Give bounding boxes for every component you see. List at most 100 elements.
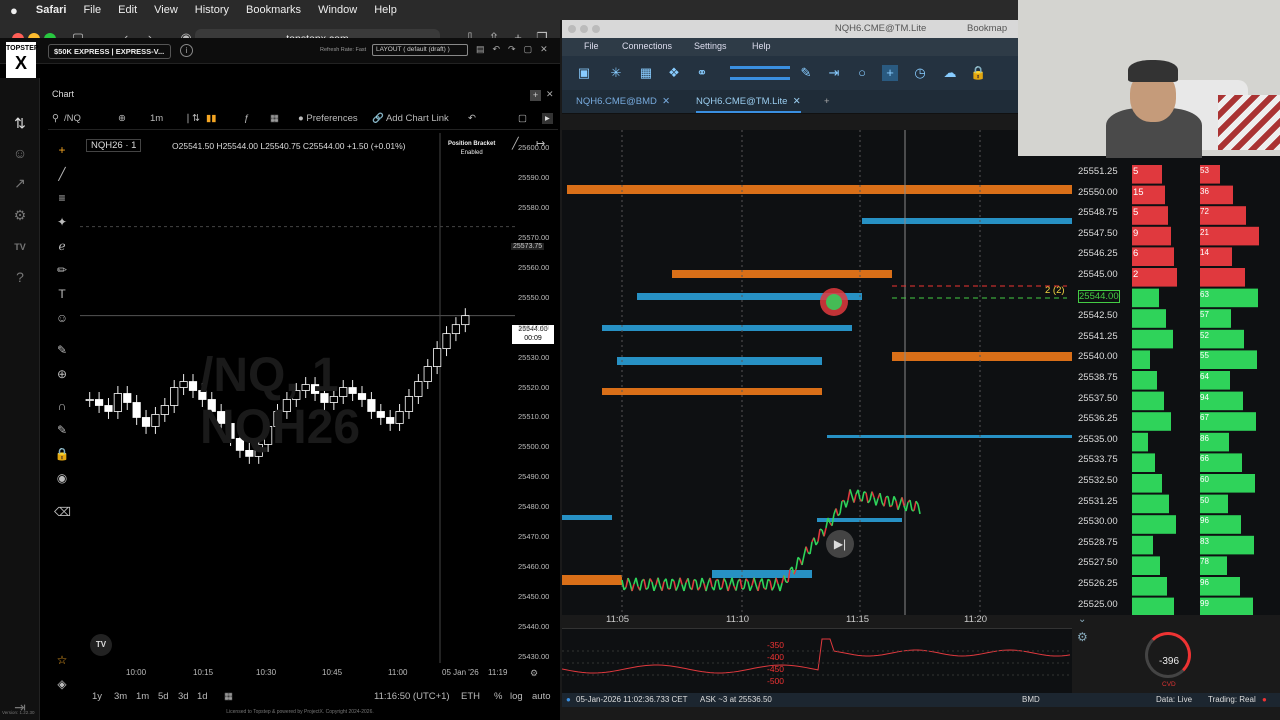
trash-icon[interactable]: ⌫ <box>54 504 71 520</box>
chart-icon[interactable]: ▦ <box>638 65 654 81</box>
account-info-icon[interactable]: i <box>180 44 193 57</box>
timer-icon[interactable]: ◷ <box>912 65 928 81</box>
trade-path <box>621 579 625 591</box>
screenshot-icon[interactable]: ▣ <box>576 65 592 81</box>
templates-icon[interactable]: ▦ <box>270 113 279 124</box>
range-1y[interactable]: 1y <box>92 691 102 702</box>
layout-selector[interactable]: LAYOUT ( default (draft) ) <box>372 44 468 56</box>
ruler-icon[interactable]: ✎ <box>54 342 70 358</box>
fullscreen-icon[interactable]: ▢ <box>518 113 527 124</box>
favorites-star-icon[interactable]: ☆ <box>54 652 70 668</box>
zoom-in-icon[interactable]: ⊕ <box>54 366 70 382</box>
range-3d[interactable]: 3d <box>178 691 189 702</box>
bm-menu-connections[interactable]: Connections <box>622 41 672 51</box>
dom-icon[interactable]: ❖ <box>666 65 682 81</box>
magnet-icon[interactable]: ∩ <box>54 398 70 414</box>
horizontal-lines-icon[interactable]: ≡ <box>54 190 70 206</box>
apple-menu-icon[interactable]: ● <box>10 3 18 18</box>
candle-body <box>188 381 198 391</box>
axis-settings-icon[interactable]: ⚙ <box>530 668 538 679</box>
date-range-icon[interactable]: ▦ <box>224 691 233 702</box>
tab-tm-lite[interactable]: NQH6.CME@TM.Lite ✕ <box>696 96 801 113</box>
menu-help[interactable]: Help <box>374 4 397 16</box>
compare-icon[interactable]: ⊕ <box>118 113 126 124</box>
symbol-search-icon[interactable]: ⚲ <box>52 113 59 124</box>
symbol-search-input[interactable]: /NQ <box>64 113 81 124</box>
status-dot-icon: ● <box>566 695 571 704</box>
bm-menu-file[interactable]: File <box>584 41 599 51</box>
undo-icon[interactable]: ↶ <box>468 113 476 124</box>
pattern-icon[interactable]: ✦ <box>54 214 70 230</box>
menu-bookmarks[interactable]: Bookmarks <box>246 4 301 16</box>
y-tick-label: 25450.00 <box>518 592 550 602</box>
ohlc-legend: O25541.50 H25544.00 L25540.75 C25544.00 … <box>172 141 406 151</box>
heatmap-brightness-slider[interactable] <box>730 66 790 69</box>
candle-style-icon[interactable]: ▮▮ <box>206 113 216 124</box>
cvd-settings-icon[interactable]: ⚙ <box>1077 630 1088 644</box>
bookmap-close-button[interactable] <box>568 25 576 33</box>
trendline-icon[interactable]: ╱ <box>54 166 70 182</box>
help-nav-icon[interactable]: ? <box>11 268 29 286</box>
lock-icon[interactable]: 🔒 <box>54 446 70 462</box>
bm-menu-settings[interactable]: Settings <box>694 41 727 51</box>
session-toggle[interactable]: ETH <box>461 691 480 702</box>
pencil-icon[interactable]: ✎ <box>798 65 814 81</box>
account-selector[interactable]: $50K EXPRESS | EXPRESS-V... <box>48 44 171 59</box>
fib-icon[interactable]: ℯ <box>54 238 70 254</box>
replay-play-button[interactable]: ▶| <box>826 530 854 558</box>
percent-toggle[interactable]: % <box>494 691 502 702</box>
eye-icon[interactable]: ◉ <box>54 470 70 486</box>
log-toggle[interactable]: log <box>510 691 523 702</box>
range-5d[interactable]: 5d <box>158 691 169 702</box>
cloud-icon[interactable]: ☁ <box>942 65 958 81</box>
menu-history[interactable]: History <box>195 4 229 16</box>
text-tool-icon[interactable]: T <box>54 286 70 302</box>
share-network-icon[interactable]: ✳ <box>608 65 624 81</box>
brush-icon[interactable]: ✏ <box>54 262 70 278</box>
preferences-button[interactable]: ● Preferences <box>298 113 358 124</box>
bookmap-minimize-button[interactable] <box>580 25 588 33</box>
crosshair-tool-icon[interactable]: + <box>882 65 898 81</box>
menu-window[interactable]: Window <box>318 4 357 16</box>
layers-icon[interactable]: ◈ <box>54 676 70 692</box>
range-3m[interactable]: 3m <box>114 691 127 702</box>
symbol-badge[interactable]: NQH26 · 1 <box>86 139 142 152</box>
tab-bmd[interactable]: NQH6.CME@BMD ✕ <box>576 96 670 107</box>
interval-selector[interactable]: 1m <box>150 113 163 124</box>
fx-icon[interactable]: ƒ <box>244 113 249 124</box>
expand-chevron-icon[interactable]: ⌄ <box>1078 614 1086 625</box>
tradingview-nav-icon[interactable]: TV <box>11 238 29 256</box>
dom-size: 60 <box>1200 475 1209 484</box>
close-panel-icon[interactable]: ✕ <box>546 89 554 100</box>
heatmap-contrast-slider[interactable] <box>730 77 790 80</box>
bookmap-zoom-button[interactable] <box>592 25 600 33</box>
range-1m[interactable]: 1m <box>136 691 149 702</box>
link-icon[interactable]: ⚭ <box>694 65 710 81</box>
menu-file[interactable]: File <box>83 4 101 16</box>
pencil-lock-icon[interactable]: ✎ <box>54 422 70 438</box>
add-panel-icon[interactable]: + <box>530 90 541 101</box>
range-1d[interactable]: 1d <box>197 691 208 702</box>
menu-view[interactable]: View <box>154 4 178 16</box>
settings-nav-icon[interactable]: ⚙ <box>11 206 29 224</box>
indicators-icon[interactable]: ❘⇅ <box>184 113 200 124</box>
crosshair-icon[interactable]: + <box>54 142 70 158</box>
analytics-nav-icon[interactable]: ↗ <box>11 174 29 192</box>
menu-edit[interactable]: Edit <box>118 4 137 16</box>
add-tab-button[interactable]: + <box>824 96 830 107</box>
accounts-nav-icon[interactable]: ☺ <box>11 144 29 162</box>
x-tick-label: 10:45 <box>322 668 343 677</box>
comment-icon[interactable]: ○ <box>854 65 870 81</box>
layout-controls[interactable]: ▤↶↷▢✕ <box>476 44 556 55</box>
auto-toggle[interactable]: auto <box>532 691 551 702</box>
menu-app-name[interactable]: Safari <box>36 4 67 16</box>
add-chart-link-button[interactable]: 🔗 Add Chart Link <box>372 113 449 124</box>
ruler-range-icon[interactable]: ⇥ <box>826 65 842 81</box>
position-bracket-indicator[interactable]: Position Bracket Enabled <box>448 140 495 158</box>
lock-tool-icon[interactable]: 🔒 <box>970 65 986 81</box>
heatmap-canvas[interactable] <box>562 130 1072 615</box>
chart-nav-icon[interactable]: ⇅ <box>11 114 29 132</box>
bm-menu-help[interactable]: Help <box>752 41 771 51</box>
more-tools-icon[interactable]: ▸ <box>542 113 553 124</box>
emoji-icon[interactable]: ☺ <box>54 310 70 326</box>
